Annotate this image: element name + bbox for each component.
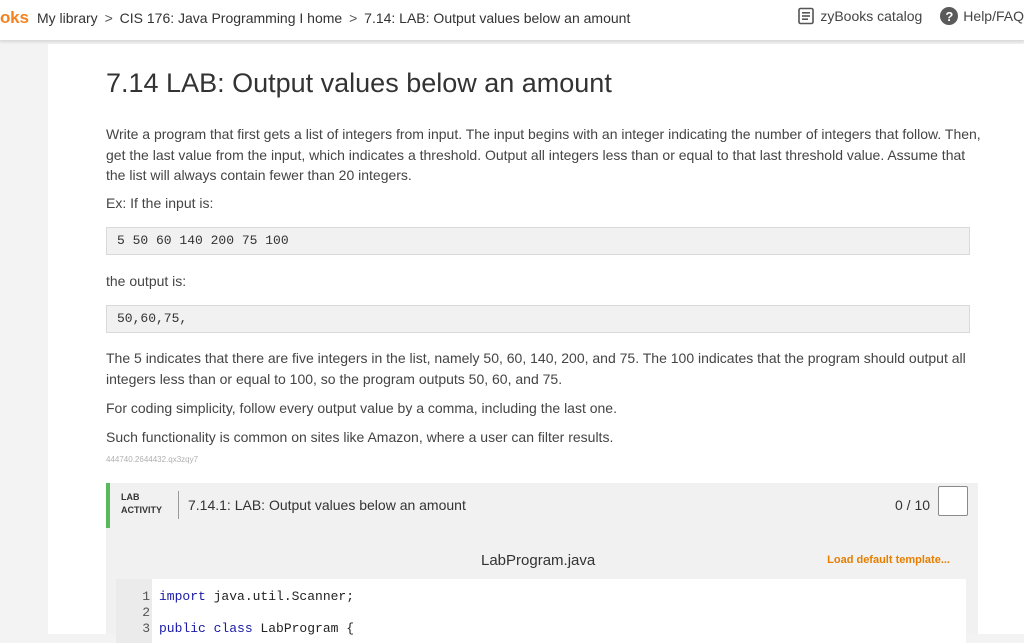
breadcrumb-course-home[interactable]: CIS 176: Java Programming I home	[120, 10, 343, 26]
breadcrumb-separator: >	[349, 10, 358, 26]
breadcrumb: My library > CIS 176: Java Programming I…	[37, 10, 630, 26]
code-keyword: public class	[159, 621, 253, 636]
context-note: Such functionality is common on sites li…	[106, 429, 614, 445]
line-number: 2	[142, 605, 150, 620]
zybooks-logo[interactable]: oks	[0, 8, 29, 28]
code-line: 2	[116, 605, 354, 621]
example-output-intro: the output is:	[106, 273, 187, 289]
problem-description: Write a program that first gets a list o…	[106, 126, 981, 183]
load-default-template-button[interactable]: Load default template...	[827, 554, 950, 566]
lab-tag-line2: ACTIVITY	[121, 505, 163, 515]
activity-id-code: 444740.2644432.qx3zqy7	[106, 455, 199, 464]
code-editor-panel: LabProgram.java Load default template...…	[116, 543, 966, 643]
breadcrumb-separator: >	[104, 10, 113, 26]
formatting-note: For coding simplicity, follow every outp…	[106, 400, 617, 416]
breadcrumb-current-section[interactable]: 7.14: LAB: Output values below an amount	[364, 10, 630, 26]
help-question-icon: ?	[940, 7, 959, 25]
lab-score: 0 / 10	[895, 497, 931, 513]
lab-tag-line1: LAB	[121, 492, 140, 502]
editor-header: LabProgram.java Load default template...	[116, 543, 966, 579]
code-editor-text-area[interactable]: 1 import java.util.Scanner; 2 3 public c…	[116, 589, 354, 637]
line-number: 1	[142, 589, 150, 604]
example-input-box: 5 50 60 140 200 75 100	[106, 227, 970, 255]
line-number: 3	[142, 621, 150, 636]
code-line: 3 public class LabProgram {	[116, 621, 354, 637]
code-text: java.util.Scanner;	[205, 589, 355, 604]
zybooks-catalog-link[interactable]: zyBooks catalog	[797, 7, 922, 25]
lab-activity-header: LAB ACTIVITY 7.14.1: LAB: Output values …	[106, 483, 978, 528]
example-output-box: 50,60,75,	[106, 305, 970, 333]
code-line: 1 import java.util.Scanner;	[116, 589, 354, 605]
help-faq-label: Help/FAQ	[963, 8, 1024, 24]
example-input-intro: Ex: If the input is:	[106, 195, 214, 211]
example-explanation: The 5 indicates that there are five inte…	[106, 350, 966, 387]
editor-file-name: LabProgram.java	[481, 552, 596, 569]
code-keyword: import	[159, 589, 206, 604]
lab-activity-tag: LAB ACTIVITY	[121, 491, 162, 517]
topbar-right-nav: zyBooks catalog ? Help/FAQ	[779, 7, 1024, 25]
code-text: LabProgram {	[252, 621, 355, 636]
zybooks-catalog-label: zyBooks catalog	[820, 8, 923, 24]
catalog-book-icon	[797, 7, 815, 25]
breadcrumb-my-library[interactable]: My library	[37, 10, 98, 26]
completion-checkbox-icon	[938, 486, 968, 516]
top-navigation-bar: oks My library > CIS 176: Java Programmi…	[0, 0, 1024, 41]
lab-activity-title: 7.14.1: LAB: Output values below an amou…	[188, 497, 466, 513]
lab-header-divider	[178, 491, 179, 519]
page-title: 7.14 LAB: Output values below an amount	[106, 68, 612, 98]
help-faq-link[interactable]: ? Help/FAQ	[940, 7, 1024, 25]
